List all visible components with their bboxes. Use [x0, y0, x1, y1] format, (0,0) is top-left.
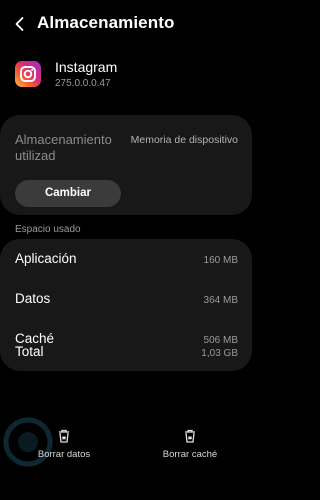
storage-used-label: Almacenamiento utilizad — [15, 132, 112, 163]
page-title: Almacenamiento — [37, 13, 175, 32]
app-name: Instagram — [55, 59, 118, 75]
instagram-app-icon — [15, 61, 41, 87]
back-arrow-icon — [15, 17, 24, 31]
top-bar: Almacenamiento — [0, 0, 252, 50]
back-button[interactable] — [10, 14, 30, 34]
section-title-space-used: Espacio usado — [15, 224, 81, 235]
clear-data-button[interactable]: Borrar datos — [24, 428, 104, 460]
usage-row-value-total: 1,03 GB — [201, 348, 238, 359]
usage-row-value-app: 160 MB — [203, 255, 238, 266]
clear-cache-button[interactable]: Borrar caché — [150, 428, 230, 460]
usage-row-label-total: Total — [15, 344, 44, 359]
app-version: 275.0.0.0.47 — [55, 78, 111, 89]
storage-location-value: Memoria de dispositivo — [130, 134, 238, 146]
clear-cache-label: Borrar caché — [162, 449, 218, 460]
usage-row-label-app: Aplicación — [15, 251, 77, 266]
trash-lock-icon — [185, 429, 195, 443]
usage-row-label-data: Datos — [15, 291, 51, 306]
clear-data-label: Borrar datos — [37, 449, 91, 460]
app-storage-screen: Almacenamiento Instagram 275.0.0.0.47 Al… — [0, 0, 252, 500]
change-storage-button[interactable]: Cambiar — [15, 180, 121, 207]
trash-lock-icon — [59, 429, 69, 443]
usage-row-value-data: 364 MB — [203, 295, 238, 306]
usage-row-value-cache: 506 MB — [203, 335, 238, 346]
